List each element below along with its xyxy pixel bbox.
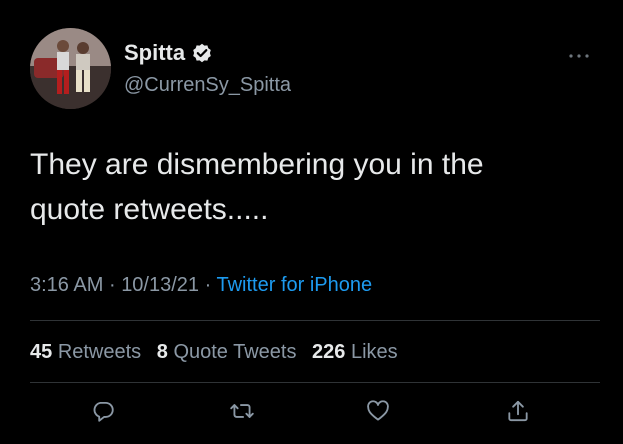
share-icon[interactable]	[505, 398, 531, 424]
more-horizontal-icon[interactable]	[568, 44, 590, 65]
tweet-card: Spitta @CurrenSy_Spitta They are dismemb…	[0, 0, 623, 444]
retweets-label: Retweets	[57, 341, 142, 363]
quote-tweets-count: 8	[156, 341, 168, 363]
tweet-actions	[0, 398, 623, 432]
divider	[30, 382, 600, 383]
tweet-stats: 45 Retweets 8 Quote Tweets 226 Likes	[30, 341, 398, 364]
tweet-time[interactable]: 3:16 AM	[30, 274, 103, 296]
likes-stat[interactable]: 226 Likes	[312, 341, 398, 363]
avatar[interactable]	[30, 28, 111, 109]
verified-badge-icon	[192, 43, 212, 63]
tweet-text-line: They are dismembering you in the	[30, 148, 484, 181]
display-name[interactable]: Spitta	[124, 40, 185, 66]
tweet-metadata: 3:16 AM · 10/13/21 · Twitter for iPhone	[30, 274, 372, 297]
retweets-stat[interactable]: 45 Retweets	[30, 341, 141, 363]
quote-tweets-stat[interactable]: 8 Quote Tweets	[157, 341, 297, 363]
meta-separator: ·	[204, 274, 212, 296]
likes-count: 226	[312, 341, 346, 363]
reply-icon[interactable]	[90, 398, 116, 424]
like-icon[interactable]	[365, 398, 391, 424]
likes-label: Likes	[350, 341, 398, 363]
quote-tweets-label: Quote Tweets	[173, 341, 297, 363]
meta-separator: ·	[108, 274, 116, 296]
user-handle[interactable]: @CurrenSy_Spitta	[124, 74, 291, 97]
tweet-text: They are dismembering you in the quote r…	[30, 142, 590, 232]
author-name-row[interactable]: Spitta	[124, 40, 212, 66]
retweet-icon[interactable]	[229, 398, 255, 424]
tweet-source-link[interactable]: Twitter for iPhone	[216, 274, 372, 296]
tweet-date[interactable]: 10/13/21	[121, 274, 199, 296]
divider	[30, 320, 600, 321]
retweets-count: 45	[30, 341, 53, 363]
tweet-text-line: quote retweets.....	[30, 193, 269, 226]
